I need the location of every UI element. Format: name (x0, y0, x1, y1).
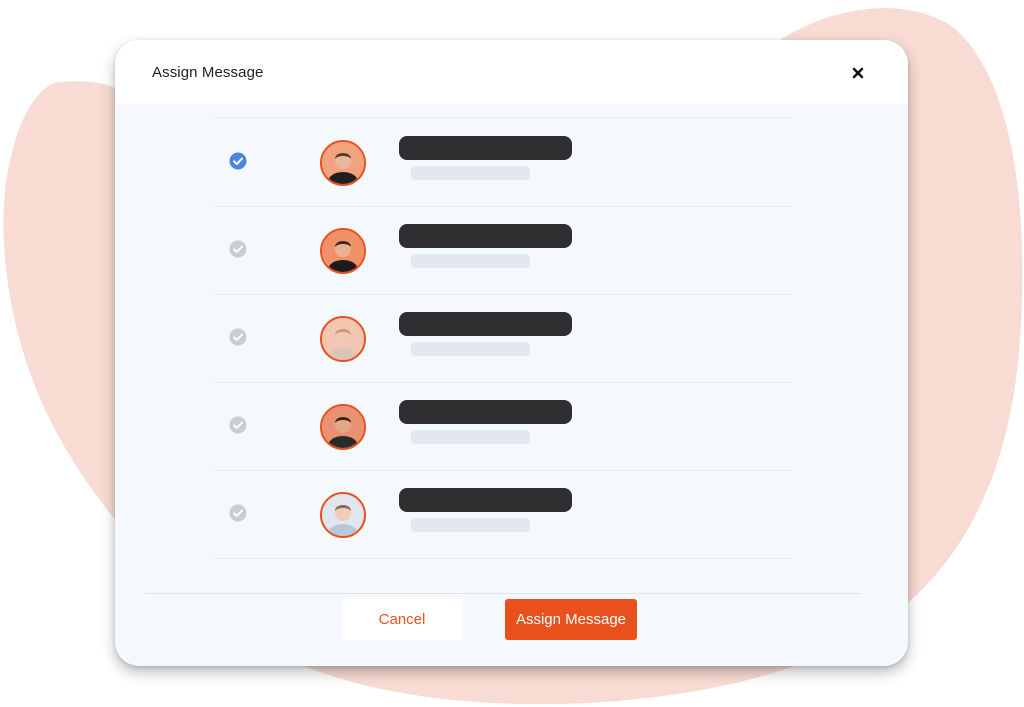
subtitle-placeholder (411, 166, 530, 180)
avatar-icon (320, 140, 366, 186)
assignee-row[interactable] (212, 382, 792, 471)
page-background: Assign Message Cancel Assign Message (0, 0, 1024, 707)
subtitle-placeholder (411, 342, 530, 356)
footer-divider (145, 593, 861, 594)
assignee-row[interactable] (212, 470, 792, 559)
modal-header: Assign Message (115, 40, 908, 104)
assignee-row[interactable] (212, 118, 792, 207)
name-placeholder (399, 488, 572, 512)
check-selected-icon[interactable] (229, 152, 247, 170)
check-icon[interactable] (229, 416, 247, 434)
avatar-icon (320, 316, 366, 362)
avatar-icon (320, 492, 366, 538)
close-icon (852, 67, 864, 79)
cancel-button[interactable]: Cancel (342, 599, 462, 640)
assign-message-button[interactable]: Assign Message (505, 599, 637, 640)
subtitle-placeholder (411, 518, 530, 532)
avatar-icon (320, 404, 366, 450)
close-button[interactable] (846, 61, 870, 85)
check-icon[interactable] (229, 240, 247, 258)
name-placeholder (399, 136, 572, 160)
check-icon[interactable] (229, 504, 247, 522)
avatar-icon (320, 228, 366, 274)
assignee-row[interactable] (212, 294, 792, 383)
modal-title: Assign Message (152, 64, 264, 81)
subtitle-placeholder (411, 430, 530, 444)
assignee-row[interactable] (212, 206, 792, 295)
assign-message-modal: Assign Message Cancel Assign Message (115, 40, 908, 666)
check-icon[interactable] (229, 328, 247, 346)
name-placeholder (399, 224, 572, 248)
name-placeholder (399, 400, 572, 424)
subtitle-placeholder (411, 254, 530, 268)
name-placeholder (399, 312, 572, 336)
